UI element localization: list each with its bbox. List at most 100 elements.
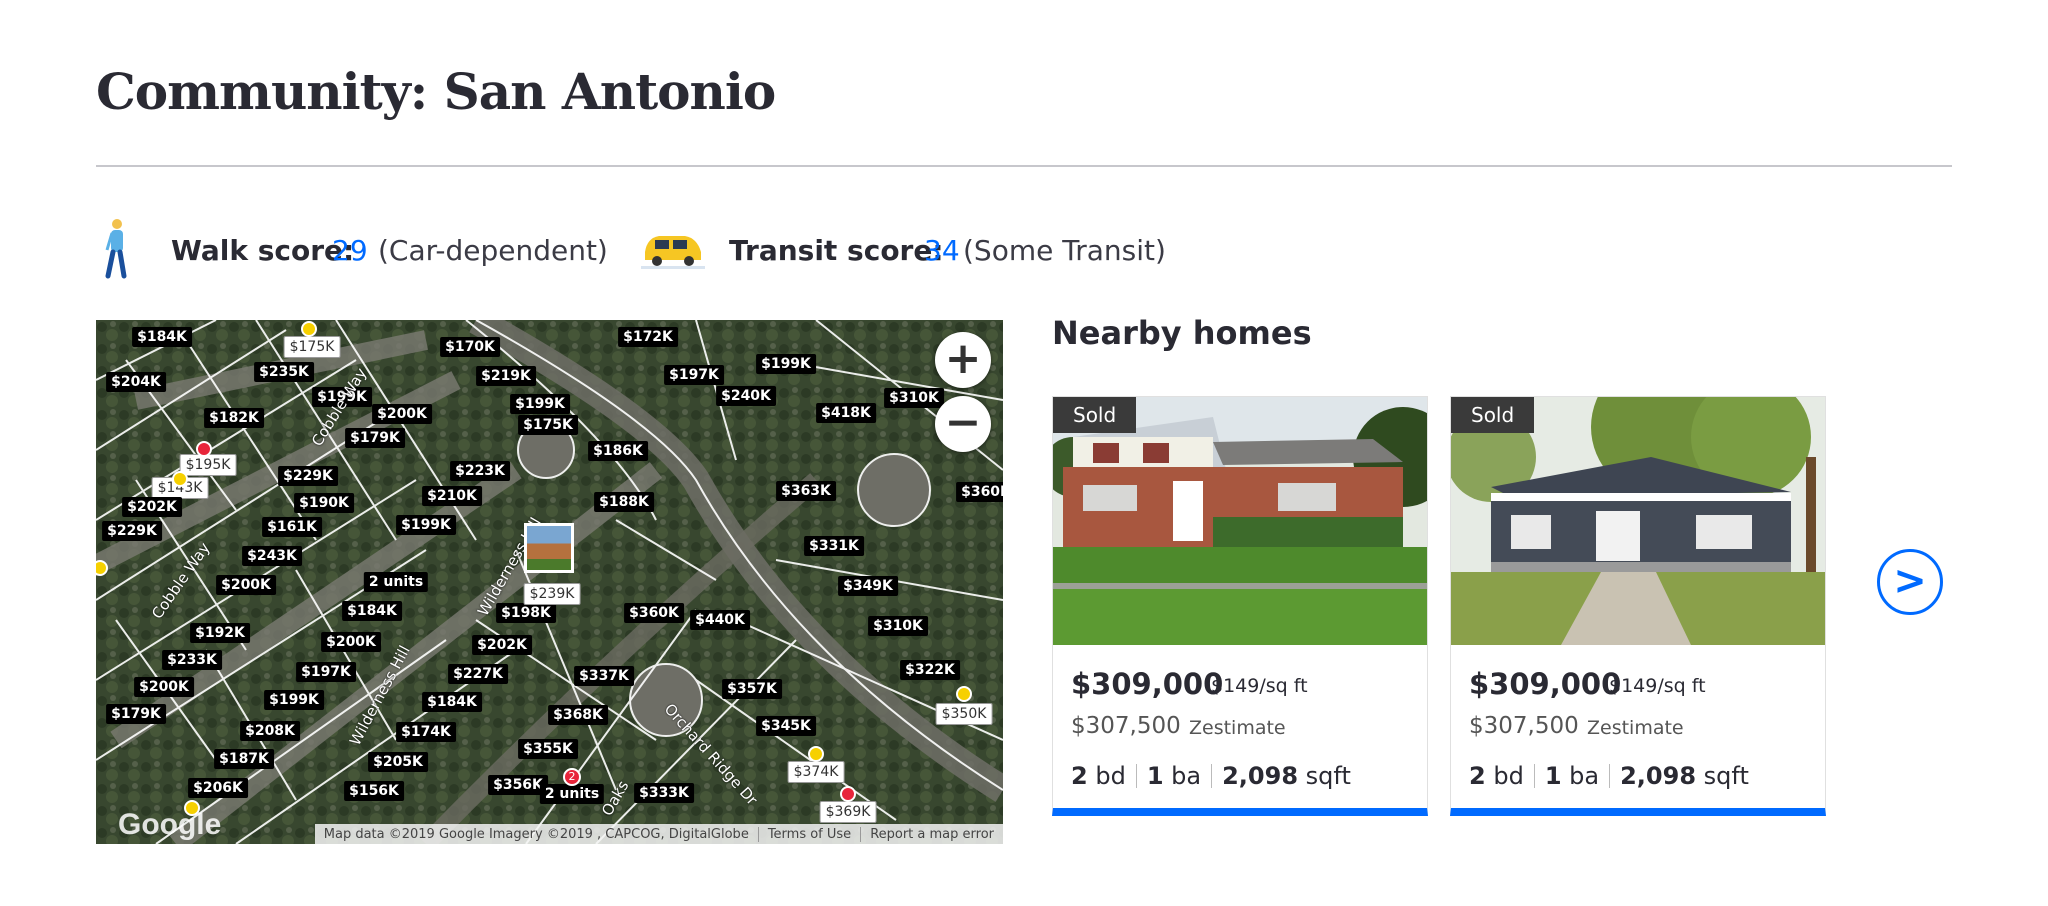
price-marker[interactable]: $369K (819, 801, 877, 823)
price-marker[interactable]: $187K (214, 749, 274, 769)
price-marker[interactable]: $190K (294, 493, 354, 513)
price-marker[interactable]: $322K (900, 660, 960, 680)
bus-icon (641, 236, 705, 269)
price-marker[interactable]: $208K (240, 721, 300, 741)
red-marker-icon[interactable] (840, 786, 856, 802)
home-card[interactable]: Sold $309,000 $149/sq ft $307,500 Zestim… (1450, 396, 1826, 816)
yellow-marker-icon[interactable] (956, 686, 972, 702)
home-card[interactable]: Sold $309,000 $149/sq ft $307,500 Zestim… (1052, 396, 1428, 816)
units-marker[interactable]: 2 units (363, 572, 429, 592)
price-marker[interactable]: $235K (254, 362, 314, 382)
price-marker[interactable]: $170K (440, 337, 500, 357)
price-marker[interactable]: $184K (422, 692, 482, 712)
price-marker[interactable]: $182K (204, 408, 264, 428)
price-marker[interactable]: $202K (122, 497, 182, 517)
yellow-marker-icon[interactable] (301, 321, 317, 337)
price-marker[interactable]: $175K (283, 336, 341, 358)
price-marker[interactable]: $200K (216, 575, 276, 595)
price-marker[interactable]: $198K (496, 603, 556, 623)
price-marker[interactable]: $199K (264, 690, 324, 710)
price-per-sqft: $149/sq ft (1609, 675, 1706, 697)
baths-count: 1 (1544, 762, 1562, 790)
price-marker[interactable]: $350K (935, 703, 993, 725)
sqft-count: 2,098 (1620, 762, 1697, 790)
price-marker[interactable]: $175K (518, 415, 578, 435)
price-marker[interactable]: $202K (472, 635, 532, 655)
price-marker[interactable]: $195K (179, 454, 237, 476)
price-marker[interactable]: $199K (510, 394, 570, 414)
price-marker[interactable]: $188K (594, 492, 654, 512)
price-marker[interactable]: $440K (690, 610, 750, 630)
price-marker[interactable]: $210K (422, 486, 482, 506)
price-marker[interactable]: $199K (756, 354, 816, 374)
transit-score-value: 34 (924, 234, 960, 267)
price-marker[interactable]: $204K (106, 372, 166, 392)
price-marker[interactable]: $197K (296, 662, 356, 682)
yellow-marker-icon[interactable] (172, 471, 188, 487)
price-per-sqft: $149/sq ft (1211, 675, 1308, 697)
report-map-error-link[interactable]: Report a map error (860, 826, 1003, 842)
price-marker[interactable]: $206K (188, 778, 248, 798)
zestimate-label: Zestimate (1189, 717, 1286, 739)
price-marker[interactable]: $184K (132, 327, 192, 347)
price-marker[interactable]: $172K (618, 327, 678, 347)
zoom-out-button[interactable]: − (935, 396, 991, 452)
price-marker[interactable]: $200K (372, 404, 432, 424)
price-marker[interactable]: $174K (396, 722, 456, 742)
price-marker[interactable]: $229K (102, 521, 162, 541)
google-logo: Google (118, 808, 222, 841)
price-marker[interactable]: $205K (368, 752, 428, 772)
price-marker[interactable]: $418K (816, 403, 876, 423)
price-marker[interactable]: $337K (574, 666, 634, 686)
units-marker[interactable]: 2 units (539, 784, 605, 804)
price-marker[interactable]: $161K (262, 517, 322, 537)
price-marker[interactable]: $349K (838, 576, 898, 596)
price-marker[interactable]: $239K (523, 583, 581, 605)
sold-price: $309,000 (1469, 667, 1622, 701)
red-marker-icon[interactable] (196, 441, 212, 457)
next-arrow-button[interactable]: > (1877, 549, 1943, 615)
transit-score-description: (Some Transit) (963, 234, 1166, 267)
neighborhood-map[interactable]: $184K $175K $170K $172K $204K $235K $219K $197K… (96, 320, 1003, 844)
price-marker[interactable]: $360K (624, 603, 684, 623)
price-marker[interactable]: $192K (190, 623, 250, 643)
price-marker[interactable]: $355K (518, 739, 578, 759)
price-marker[interactable]: $199K (396, 515, 456, 535)
beds-unit: bd (1095, 762, 1126, 790)
price-marker[interactable]: $333K (634, 783, 694, 803)
price-marker[interactable]: $310K (868, 616, 928, 636)
price-marker[interactable]: $229K (278, 466, 338, 486)
price-marker[interactable]: $357K (722, 679, 782, 699)
price-marker[interactable]: $179K (106, 704, 166, 724)
price-marker[interactable]: $310K (884, 388, 944, 408)
price-marker[interactable]: $243K (242, 546, 302, 566)
price-marker[interactable]: $360K (956, 482, 1003, 502)
cluster-count-marker[interactable]: 2 (563, 768, 581, 786)
terms-of-use-link[interactable]: Terms of Use (757, 826, 860, 842)
price-marker[interactable]: $184K (342, 601, 402, 621)
price-marker[interactable]: $186K (588, 441, 648, 461)
facts-divider (1609, 764, 1611, 788)
price-marker[interactable]: $200K (321, 632, 381, 652)
price-marker[interactable]: $200K (134, 677, 194, 697)
price-marker[interactable]: $197K (664, 365, 724, 385)
yellow-marker-icon[interactable] (808, 746, 824, 762)
zoom-in-button[interactable]: + (935, 332, 991, 388)
price-marker[interactable]: $345K (756, 716, 816, 736)
score-bar: Walk score: 29 (Car-dependent) Transit s… (96, 216, 1296, 286)
price-marker[interactable]: $156K (344, 781, 404, 801)
price-marker[interactable]: $223K (450, 461, 510, 481)
zestimate-label: Zestimate (1587, 717, 1684, 739)
price-marker[interactable]: $374K (787, 761, 845, 783)
price-marker[interactable]: $331K (804, 536, 864, 556)
price-marker[interactable]: $219K (476, 366, 536, 386)
map-attribution: Map data ©2019 Google Imagery ©2019 , CA… (323, 826, 749, 842)
price-marker[interactable]: $240K (716, 386, 776, 406)
price-marker[interactable]: $368K (548, 705, 608, 725)
home-facts: 2 bd 1 ba 2,098 sqft (1469, 762, 1749, 790)
price-marker[interactable]: $363K (776, 481, 836, 501)
price-marker[interactable]: $227K (448, 664, 508, 684)
price-marker[interactable]: $233K (162, 650, 222, 670)
home-photo-marker[interactable] (524, 523, 574, 573)
price-marker[interactable]: $179K (345, 428, 405, 448)
